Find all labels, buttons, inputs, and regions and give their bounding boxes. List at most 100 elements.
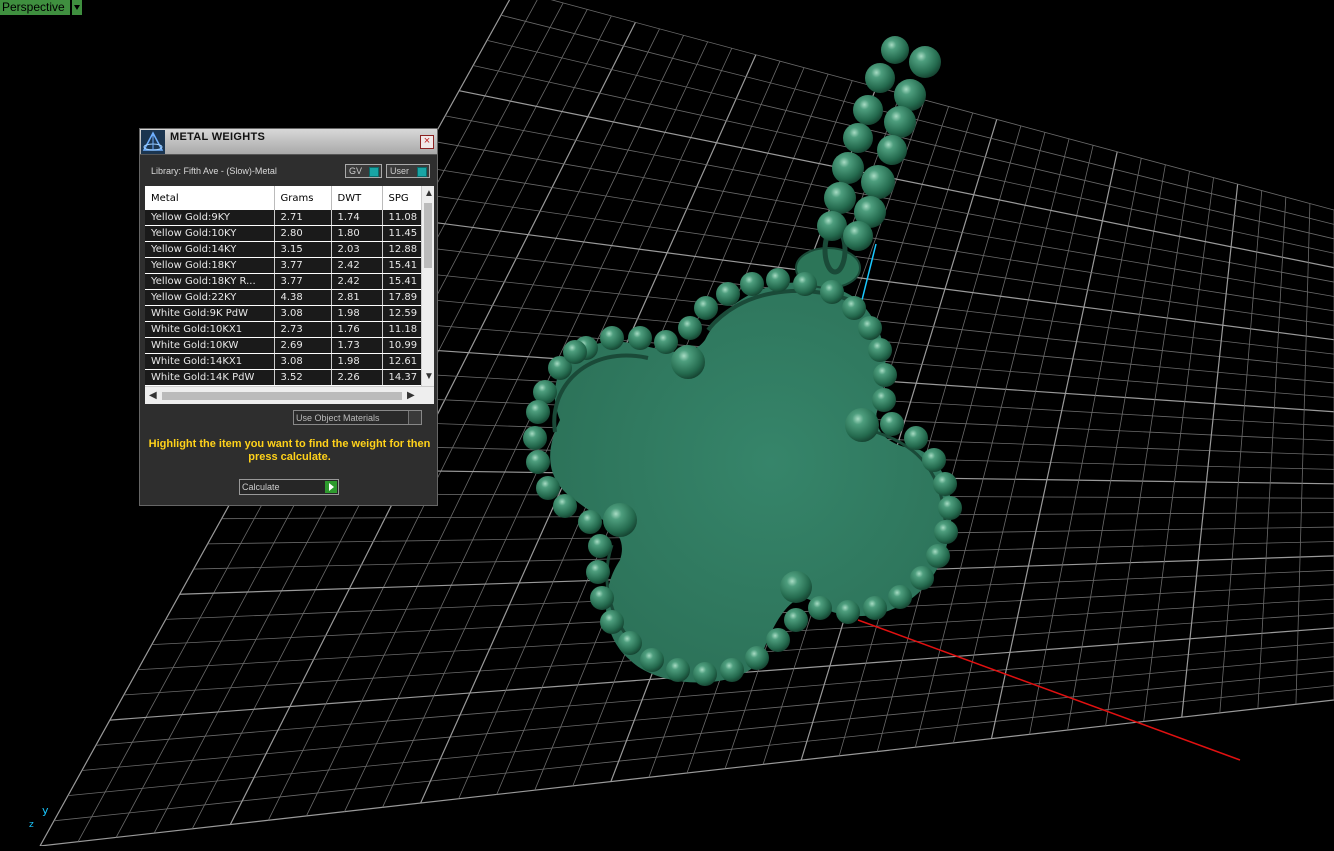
calculate-button[interactable]: Calculate	[239, 479, 339, 495]
bead	[873, 363, 897, 387]
bead	[933, 472, 957, 496]
table-cell: 3.08	[274, 354, 331, 370]
horizontal-scrollbar[interactable]: ◀ ▶	[145, 386, 434, 404]
bead	[671, 345, 705, 379]
bead	[745, 646, 769, 670]
table-cell: 2.73	[274, 322, 331, 338]
play-icon[interactable]	[325, 481, 337, 493]
bead	[934, 520, 958, 544]
table-cell: 2.71	[274, 210, 331, 226]
chevron-down-icon[interactable]	[72, 0, 82, 15]
scroll-up-icon[interactable]: ▲	[424, 189, 434, 199]
bead	[881, 36, 909, 64]
panel-titlebar[interactable]: METAL WEIGHTS ×	[140, 129, 437, 155]
axis-indicator-z: z	[29, 820, 34, 830]
scroll-left-icon[interactable]: ◀	[149, 391, 157, 401]
bead	[868, 338, 892, 362]
material-source-value: Use Object Materials	[296, 411, 380, 425]
panel-title: METAL WEIGHTS	[170, 131, 265, 143]
material-source-select[interactable]: Use Object Materials	[293, 410, 422, 425]
scrollbar-thumb[interactable]	[162, 392, 402, 400]
bead	[861, 165, 895, 199]
scroll-down-icon[interactable]: ▼	[424, 372, 434, 382]
toggle-indicator-icon	[369, 167, 379, 177]
table-row[interactable]: White Gold:14K PdW3.522.2614.37	[145, 370, 427, 386]
bead	[586, 560, 610, 584]
column-header[interactable]: DWT	[331, 186, 382, 210]
gv-toggle-label: GV	[349, 165, 362, 178]
table-cell: 2.80	[274, 226, 331, 242]
scrollbar-thumb[interactable]	[424, 203, 432, 268]
table-cell: Yellow Gold:14KY	[145, 242, 274, 258]
dropdown-icon[interactable]	[408, 411, 421, 424]
table-cell: 3.77	[274, 274, 331, 290]
bead	[766, 628, 790, 652]
view-name-label[interactable]: Perspective	[0, 0, 70, 15]
bead	[523, 426, 547, 450]
app-logo-icon	[141, 130, 165, 154]
bead	[766, 268, 790, 292]
table-cell: Yellow Gold:10KY	[145, 226, 274, 242]
table-cell: 2.26	[331, 370, 382, 386]
instruction-text: Highlight the item you want to find the …	[146, 438, 433, 464]
table-row[interactable]: Yellow Gold:22KY4.382.8117.89	[145, 290, 427, 306]
bead	[666, 658, 690, 682]
bead	[740, 272, 764, 296]
scroll-right-icon[interactable]: ▶	[407, 391, 415, 401]
table-cell: 3.15	[274, 242, 331, 258]
bead	[526, 450, 550, 474]
pendant-model[interactable]	[523, 36, 962, 686]
table-cell: 4.38	[274, 290, 331, 306]
gv-toggle[interactable]: GV	[345, 164, 382, 178]
bead	[872, 388, 896, 412]
metal-table[interactable]: MetalGramsDWTSPG Yellow Gold:9KY2.711.74…	[145, 186, 434, 404]
grid-line	[501, 15, 1334, 224]
bead	[693, 662, 717, 686]
table-cell: 1.98	[331, 306, 382, 322]
column-header[interactable]: Grams	[274, 186, 331, 210]
table-cell: 1.73	[331, 338, 382, 354]
table-row[interactable]: Yellow Gold:14KY3.152.0312.88	[145, 242, 427, 258]
close-button[interactable]: ×	[420, 135, 434, 149]
table-cell: White Gold:14KX1	[145, 354, 274, 370]
bead	[808, 596, 832, 620]
bead	[880, 412, 904, 436]
calculate-label: Calculate	[242, 480, 280, 495]
table-cell: White Gold:9K PdW	[145, 306, 274, 322]
table-row[interactable]: Yellow Gold:9KY2.711.7411.08	[145, 210, 427, 226]
bead	[853, 95, 883, 125]
table-cell: 3.08	[274, 306, 331, 322]
user-toggle[interactable]: User	[386, 164, 430, 178]
bead	[553, 494, 577, 518]
bead	[904, 426, 928, 450]
bead	[817, 211, 847, 241]
table-cell: 3.77	[274, 258, 331, 274]
metal-weights-panel: METAL WEIGHTS × Library: Fifth Ave - (Sl…	[139, 128, 438, 506]
table-row[interactable]: White Gold:10KW2.691.7310.99	[145, 338, 427, 354]
view-selector[interactable]: Perspective	[0, 0, 82, 15]
bead	[820, 280, 844, 304]
table-row[interactable]: White Gold:14KX13.081.9812.61	[145, 354, 427, 370]
bead	[832, 152, 864, 184]
vertical-scrollbar[interactable]: ▲ ▼	[421, 186, 434, 386]
table-cell: White Gold:10KW	[145, 338, 274, 354]
bead	[926, 544, 950, 568]
table-row[interactable]: Yellow Gold:18KY3.772.4215.41	[145, 258, 427, 274]
bead	[793, 272, 817, 296]
table-row[interactable]: Yellow Gold:18KY R...3.772.4215.41	[145, 274, 427, 290]
table-row[interactable]: White Gold:9K PdW3.081.9812.59	[145, 306, 427, 322]
bead	[836, 600, 860, 624]
column-header[interactable]: Metal	[145, 186, 274, 210]
bead	[842, 296, 866, 320]
toggle-indicator-icon	[417, 167, 427, 177]
bead	[694, 296, 718, 320]
table-cell: Yellow Gold:9KY	[145, 210, 274, 226]
bead	[865, 63, 895, 93]
table-cell: 1.76	[331, 322, 382, 338]
table-row[interactable]: Yellow Gold:10KY2.801.8011.45	[145, 226, 427, 242]
bead	[716, 282, 740, 306]
table-cell: 1.98	[331, 354, 382, 370]
bead	[590, 586, 614, 610]
bead	[563, 340, 587, 364]
table-row[interactable]: White Gold:10KX12.731.7611.18	[145, 322, 427, 338]
